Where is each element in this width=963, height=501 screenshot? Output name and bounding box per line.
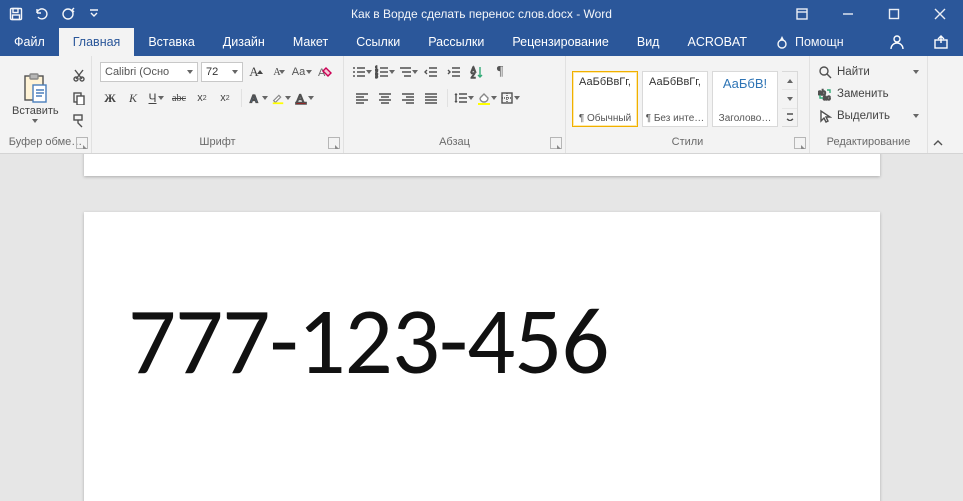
superscript-button[interactable]: x2 bbox=[215, 88, 235, 108]
shrink-font-icon[interactable]: A bbox=[269, 62, 289, 82]
font-color-icon[interactable]: A bbox=[294, 88, 314, 108]
tab-layout[interactable]: Макет bbox=[279, 28, 342, 56]
group-clipboard-label: Буфер обме… bbox=[0, 136, 91, 153]
decrease-indent-icon[interactable] bbox=[421, 62, 441, 82]
group-paragraph-label: Абзац bbox=[344, 136, 565, 153]
tab-design[interactable]: Дизайн bbox=[209, 28, 279, 56]
group-styles-label: Стили bbox=[566, 136, 809, 153]
find-button[interactable]: Найти bbox=[816, 62, 921, 82]
ribbon-options-icon[interactable] bbox=[779, 0, 825, 28]
align-right-icon[interactable] bbox=[398, 88, 418, 108]
svg-text:A: A bbox=[250, 93, 258, 105]
style-heading1[interactable]: АаБбВ! Заголово… bbox=[712, 71, 778, 127]
page-current[interactable]: 777-123-456 bbox=[84, 212, 880, 501]
group-editing-label: Редактирование bbox=[810, 136, 927, 153]
launcher-icon[interactable] bbox=[794, 137, 806, 149]
tab-file[interactable]: Файл bbox=[0, 28, 59, 56]
group-paragraph: 123 AZ ¶ Абзац bbox=[344, 56, 566, 153]
paste-label: Вставить bbox=[12, 105, 59, 117]
copy-icon[interactable] bbox=[69, 88, 89, 108]
tell-me-label: Помощн bbox=[795, 35, 844, 49]
bold-button[interactable]: Ж bbox=[100, 88, 120, 108]
increase-indent-icon[interactable] bbox=[444, 62, 464, 82]
ribbon-tabs: Файл Главная Вставка Дизайн Макет Ссылки… bbox=[0, 28, 963, 56]
replace-button[interactable]: abac Заменить bbox=[816, 84, 921, 104]
minimize-icon[interactable] bbox=[825, 0, 871, 28]
highlight-icon[interactable] bbox=[271, 88, 291, 108]
borders-icon[interactable] bbox=[500, 88, 520, 108]
font-size-combo[interactable]: 72 bbox=[201, 62, 243, 82]
multilevel-icon[interactable] bbox=[398, 62, 418, 82]
save-icon[interactable] bbox=[8, 6, 24, 22]
subscript-button[interactable]: x2 bbox=[192, 88, 212, 108]
collapse-ribbon-icon[interactable] bbox=[928, 56, 948, 153]
account-icon[interactable] bbox=[875, 28, 919, 56]
launcher-icon[interactable] bbox=[550, 137, 562, 149]
show-marks-icon[interactable]: ¶ bbox=[490, 62, 510, 82]
paste-button[interactable]: Вставить bbox=[6, 62, 65, 134]
group-styles: АаБбВвГг, ¶ Обычный АаБбВвГг, ¶ Без инте… bbox=[566, 56, 810, 153]
undo-icon[interactable] bbox=[34, 6, 50, 22]
group-font: Calibri (Осно 72 A A Aa A Ж К Ч abc x2 x… bbox=[92, 56, 344, 153]
chevron-down-icon bbox=[32, 119, 38, 123]
redo-icon[interactable] bbox=[60, 6, 76, 22]
tab-mailings[interactable]: Рассылки bbox=[414, 28, 498, 56]
share-icon[interactable] bbox=[919, 28, 963, 56]
tab-review[interactable]: Рецензирование bbox=[498, 28, 623, 56]
tab-view[interactable]: Вид bbox=[623, 28, 674, 56]
clear-format-icon[interactable]: A bbox=[315, 62, 335, 82]
align-left-icon[interactable] bbox=[352, 88, 372, 108]
window-title: Как в Ворде сделать перенос слов.docx - … bbox=[351, 7, 612, 21]
italic-button[interactable]: К bbox=[123, 88, 143, 108]
svg-text:Z: Z bbox=[471, 73, 476, 79]
document-area[interactable]: 777-123-456 bbox=[0, 154, 963, 501]
justify-icon[interactable] bbox=[421, 88, 441, 108]
title-bar: Как в Ворде сделать перенос слов.docx - … bbox=[0, 0, 963, 28]
style-no-spacing[interactable]: АаБбВвГг, ¶ Без инте… bbox=[642, 71, 708, 127]
tab-home[interactable]: Главная bbox=[59, 28, 135, 56]
quick-access-toolbar bbox=[0, 6, 110, 22]
tab-references[interactable]: Ссылки bbox=[342, 28, 414, 56]
styles-gallery-more[interactable] bbox=[782, 71, 798, 127]
select-button[interactable]: Выделить bbox=[816, 106, 921, 126]
change-case-icon[interactable]: Aa bbox=[292, 62, 312, 82]
sort-icon[interactable]: AZ bbox=[467, 62, 487, 82]
tab-acrobat[interactable]: ACROBAT bbox=[673, 28, 761, 56]
group-font-label: Шрифт bbox=[92, 136, 343, 153]
cut-icon[interactable] bbox=[69, 65, 89, 85]
document-text[interactable]: 777-123-456 bbox=[128, 292, 836, 392]
svg-text:3: 3 bbox=[375, 74, 378, 79]
numbering-icon[interactable]: 123 bbox=[375, 62, 395, 82]
shading-icon[interactable] bbox=[477, 88, 497, 108]
svg-text:ac: ac bbox=[823, 95, 831, 101]
window-controls bbox=[779, 0, 963, 28]
group-editing: Найти abac Заменить Выделить Редактирова… bbox=[810, 56, 928, 153]
qat-more-icon[interactable] bbox=[86, 6, 102, 22]
font-name-combo[interactable]: Calibri (Осно bbox=[100, 62, 198, 82]
strike-button[interactable]: abc bbox=[169, 88, 189, 108]
launcher-icon[interactable] bbox=[76, 137, 88, 149]
launcher-icon[interactable] bbox=[328, 137, 340, 149]
tell-me[interactable]: Помощн bbox=[761, 28, 858, 56]
style-normal[interactable]: АаБбВвГг, ¶ Обычный bbox=[572, 71, 638, 127]
bullets-icon[interactable] bbox=[352, 62, 372, 82]
line-spacing-icon[interactable] bbox=[454, 88, 474, 108]
underline-button[interactable]: Ч bbox=[146, 88, 166, 108]
maximize-icon[interactable] bbox=[871, 0, 917, 28]
text-effects-icon[interactable]: A bbox=[248, 88, 268, 108]
tab-insert[interactable]: Вставка bbox=[134, 28, 208, 56]
grow-font-icon[interactable]: A bbox=[246, 62, 266, 82]
format-painter-icon[interactable] bbox=[69, 111, 89, 131]
close-icon[interactable] bbox=[917, 0, 963, 28]
page-previous bbox=[84, 154, 880, 176]
ribbon: Вставить Буфер обме… Calibri (Осно 72 A … bbox=[0, 56, 963, 154]
group-clipboard: Вставить Буфер обме… bbox=[0, 56, 92, 153]
align-center-icon[interactable] bbox=[375, 88, 395, 108]
